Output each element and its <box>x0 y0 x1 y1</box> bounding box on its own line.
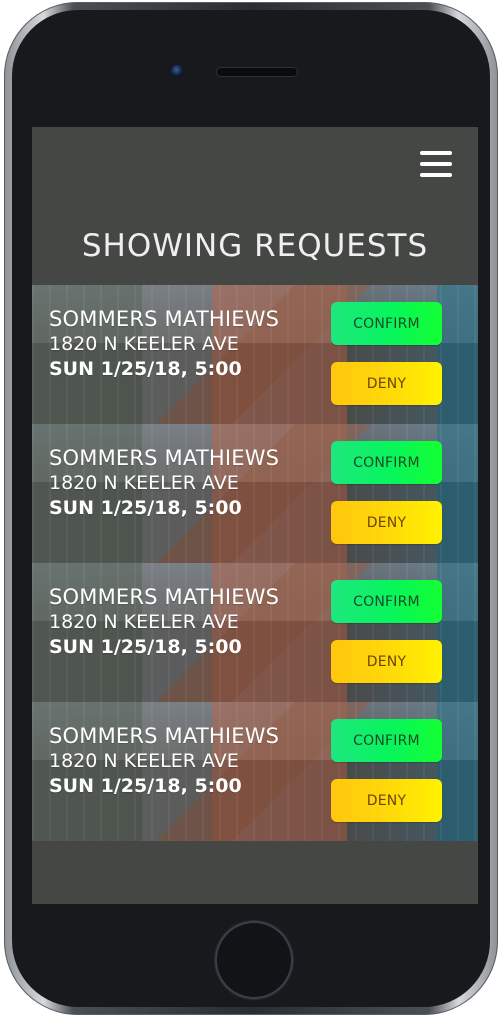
request-card: SOMMERS MATHIEWS 1820 N KEELER AVE SUN 1… <box>32 285 478 424</box>
app-screen: SHOWING REQUESTS SOMMERS MATHIEWS 1820 N… <box>32 127 478 904</box>
menu-line <box>420 151 452 155</box>
deny-button[interactable]: DENY <box>331 362 442 405</box>
confirm-button[interactable]: CONFIRM <box>331 719 442 762</box>
confirm-button[interactable]: CONFIRM <box>331 441 442 484</box>
deny-button[interactable]: DENY <box>331 779 442 822</box>
request-address: 1820 N KEELER AVE <box>49 611 239 633</box>
request-time: SUN 1/25/18, 5:00 <box>49 358 242 380</box>
menu-line <box>420 162 452 166</box>
confirm-button[interactable]: CONFIRM <box>331 580 442 623</box>
request-time: SUN 1/25/18, 5:00 <box>49 775 242 797</box>
request-name: SOMMERS MATHIEWS <box>49 307 280 331</box>
request-address: 1820 N KEELER AVE <box>49 472 239 494</box>
request-card: SOMMERS MATHIEWS 1820 N KEELER AVE SUN 1… <box>32 563 478 702</box>
request-address: 1820 N KEELER AVE <box>49 750 239 772</box>
request-address: 1820 N KEELER AVE <box>49 333 239 355</box>
request-time: SUN 1/25/18, 5:00 <box>49 636 242 658</box>
confirm-button[interactable]: CONFIRM <box>331 302 442 345</box>
deny-button[interactable]: DENY <box>331 501 442 544</box>
speaker-grille <box>217 68 297 76</box>
menu-icon[interactable] <box>420 151 454 179</box>
menu-line <box>420 173 452 177</box>
request-card: SOMMERS MATHIEWS 1820 N KEELER AVE SUN 1… <box>32 424 478 563</box>
request-name: SOMMERS MATHIEWS <box>49 724 280 748</box>
showing-requests-list: SOMMERS MATHIEWS 1820 N KEELER AVE SUN 1… <box>32 285 478 841</box>
front-camera-icon <box>171 65 183 77</box>
home-button[interactable] <box>215 921 293 999</box>
request-name: SOMMERS MATHIEWS <box>49 585 280 609</box>
deny-button[interactable]: DENY <box>331 640 442 683</box>
phone-frame: SHOWING REQUESTS SOMMERS MATHIEWS 1820 N… <box>4 2 498 1015</box>
request-card: SOMMERS MATHIEWS 1820 N KEELER AVE SUN 1… <box>32 702 478 841</box>
page-title: SHOWING REQUESTS <box>81 227 429 264</box>
request-name: SOMMERS MATHIEWS <box>49 446 280 470</box>
request-time: SUN 1/25/18, 5:00 <box>49 497 242 519</box>
